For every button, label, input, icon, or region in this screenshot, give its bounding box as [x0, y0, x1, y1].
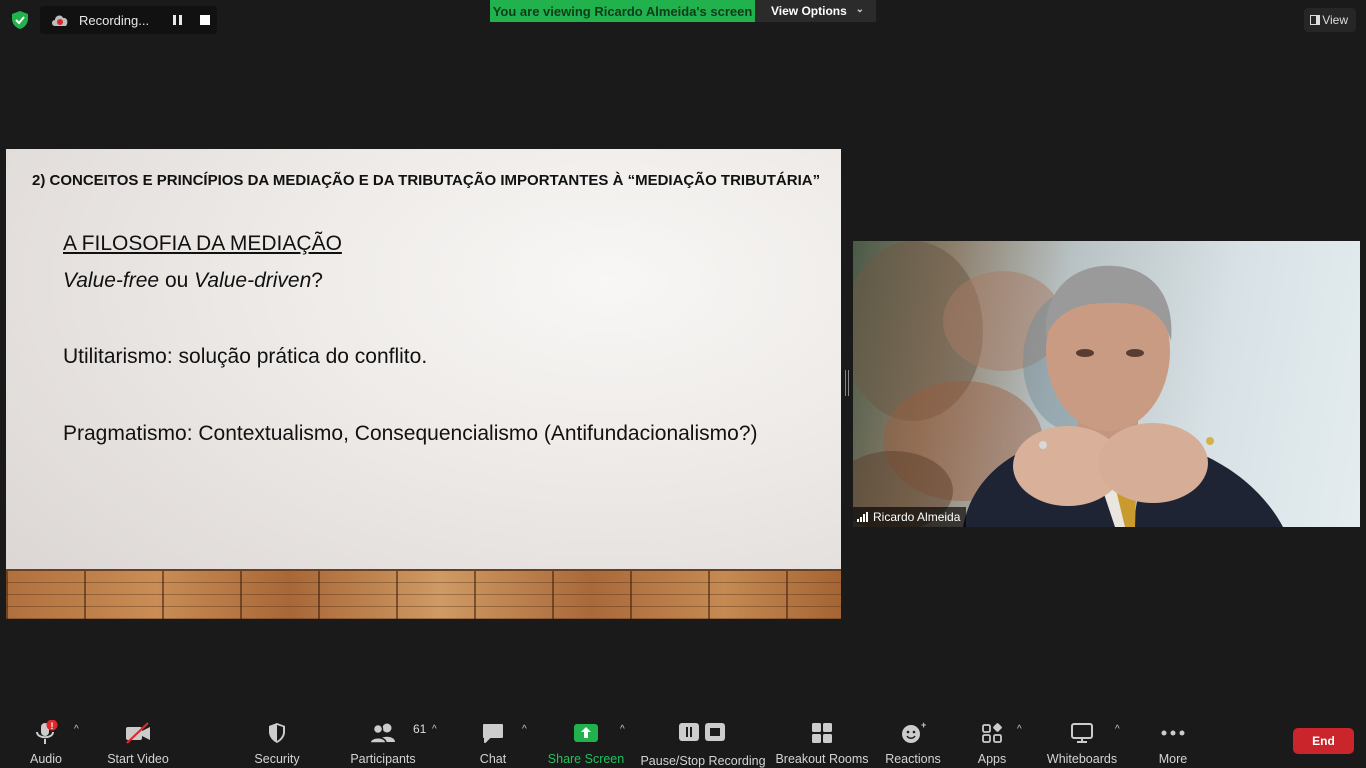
participant-name-tag: Ricardo Almeida — [853, 507, 967, 527]
view-layout-icon — [1310, 15, 1320, 25]
microphone-icon: ! — [26, 718, 66, 748]
svg-text:!: ! — [51, 721, 54, 731]
question-mark: ? — [311, 269, 323, 292]
encryption-shield-icon[interactable] — [10, 10, 30, 30]
participants-label: Participants — [350, 752, 416, 766]
participants-options-caret-icon[interactable]: ^ — [432, 724, 437, 735]
start-video-label: Start Video — [107, 752, 169, 766]
stop-recording-icon[interactable] — [200, 15, 210, 25]
pause-recording-icon[interactable] — [173, 15, 185, 25]
slide-pragmatismo: Pragmatismo: Contextualismo, Consequenci… — [63, 422, 758, 445]
share-options-caret-icon[interactable]: ^ — [620, 724, 625, 735]
chevron-down-icon: ⌄ — [855, 4, 864, 15]
pause-stop-icons — [678, 718, 728, 748]
cloud-recording-icon — [50, 12, 70, 28]
whiteboard-icon — [1062, 718, 1102, 748]
breakout-rooms-label: Breakout Rooms — [775, 752, 869, 766]
view-button[interactable]: View — [1304, 8, 1356, 32]
end-meeting-button[interactable]: End — [1293, 728, 1354, 754]
apps-options-caret-icon[interactable]: ^ — [1017, 724, 1022, 735]
participant-video[interactable]: Ricardo Almeida — [853, 241, 1360, 527]
reactions-button[interactable]: + Reactions — [884, 712, 942, 768]
wooden-floor-decoration — [6, 569, 841, 619]
start-video-button[interactable]: Start Video — [104, 712, 172, 768]
apps-label: Apps — [977, 752, 1007, 766]
whiteboards-button[interactable]: Whiteboards — [1044, 712, 1120, 768]
share-screen-button[interactable]: Share Screen — [547, 712, 625, 768]
recording-status: Recording... — [79, 13, 150, 28]
pause-stop-recording-button[interactable]: Pause/Stop Recording — [640, 712, 766, 768]
zoom-meeting-window: Recording... You are viewing Ricardo Alm… — [0, 0, 1366, 768]
security-shield-icon — [257, 718, 297, 748]
view-options-button[interactable]: View Options ⌄ — [755, 0, 876, 22]
chat-label: Chat — [479, 752, 507, 766]
security-label: Security — [254, 752, 300, 766]
more-dots-icon — [1153, 718, 1193, 748]
slide-utilitarismo: Utilitarismo: solução prática do conflit… — [63, 345, 428, 368]
screen-share-banner: You are viewing Ricardo Almeida's screen — [490, 0, 755, 22]
svg-text:+: + — [921, 721, 926, 730]
value-driven-text: Value-driven — [194, 269, 312, 292]
participant-name: Ricardo Almeida — [873, 510, 961, 524]
whiteboards-options-caret-icon[interactable]: ^ — [1115, 724, 1120, 735]
share-screen-label: Share Screen — [547, 752, 625, 766]
participants-count: 61 — [413, 722, 427, 736]
whiteboards-label: Whiteboards — [1046, 752, 1118, 766]
participants-icon: 61 — [363, 718, 426, 748]
share-screen-icon — [566, 718, 606, 748]
more-label: More — [1158, 752, 1188, 766]
slide-question: Value-free ou Value-driven? — [63, 269, 323, 293]
participants-button[interactable]: 61 Participants — [349, 712, 426, 768]
apps-icon — [972, 718, 1012, 748]
connection-strength-icon — [857, 512, 868, 522]
ou-text: ou — [159, 269, 195, 292]
video-camera-off-icon — [118, 718, 158, 748]
audio-button[interactable]: ! Audio — [26, 712, 66, 768]
breakout-rooms-icon — [802, 718, 842, 748]
apps-button[interactable]: Apps — [972, 712, 1012, 768]
breakout-rooms-button[interactable]: Breakout Rooms — [775, 712, 869, 768]
value-free-text: Value-free — [63, 269, 160, 292]
reactions-smiley-icon: + — [893, 718, 933, 748]
audio-options-caret-icon[interactable]: ^ — [74, 724, 79, 735]
view-options-label: View Options — [771, 4, 847, 18]
chat-options-caret-icon[interactable]: ^ — [522, 724, 527, 735]
split-view-resize-handle[interactable] — [845, 370, 849, 396]
slide-subtitle: A FILOSOFIA DA MEDIAÇÃO — [63, 232, 342, 255]
shared-screen-slide: 2) CONCEITOS E PRINCÍPIOS DA MEDIAÇÃO E … — [6, 149, 841, 619]
view-button-label: View — [1322, 13, 1348, 27]
audio-label: Audio — [30, 752, 62, 766]
slide-heading: 2) CONCEITOS E PRINCÍPIOS DA MEDIAÇÃO E … — [32, 172, 821, 189]
pause-stop-recording-label: Pause/Stop Recording — [640, 754, 766, 768]
more-button[interactable]: More — [1153, 712, 1193, 768]
chat-button[interactable]: Chat — [473, 712, 513, 768]
chat-bubble-icon — [473, 718, 513, 748]
participant-video-frame — [853, 241, 1283, 527]
reactions-label: Reactions — [885, 752, 941, 766]
recording-indicator: Recording... — [40, 6, 217, 34]
security-button[interactable]: Security — [252, 712, 302, 768]
meeting-controls-toolbar: ! Audio ^ Start Video Security 61 Partic… — [0, 712, 1366, 768]
